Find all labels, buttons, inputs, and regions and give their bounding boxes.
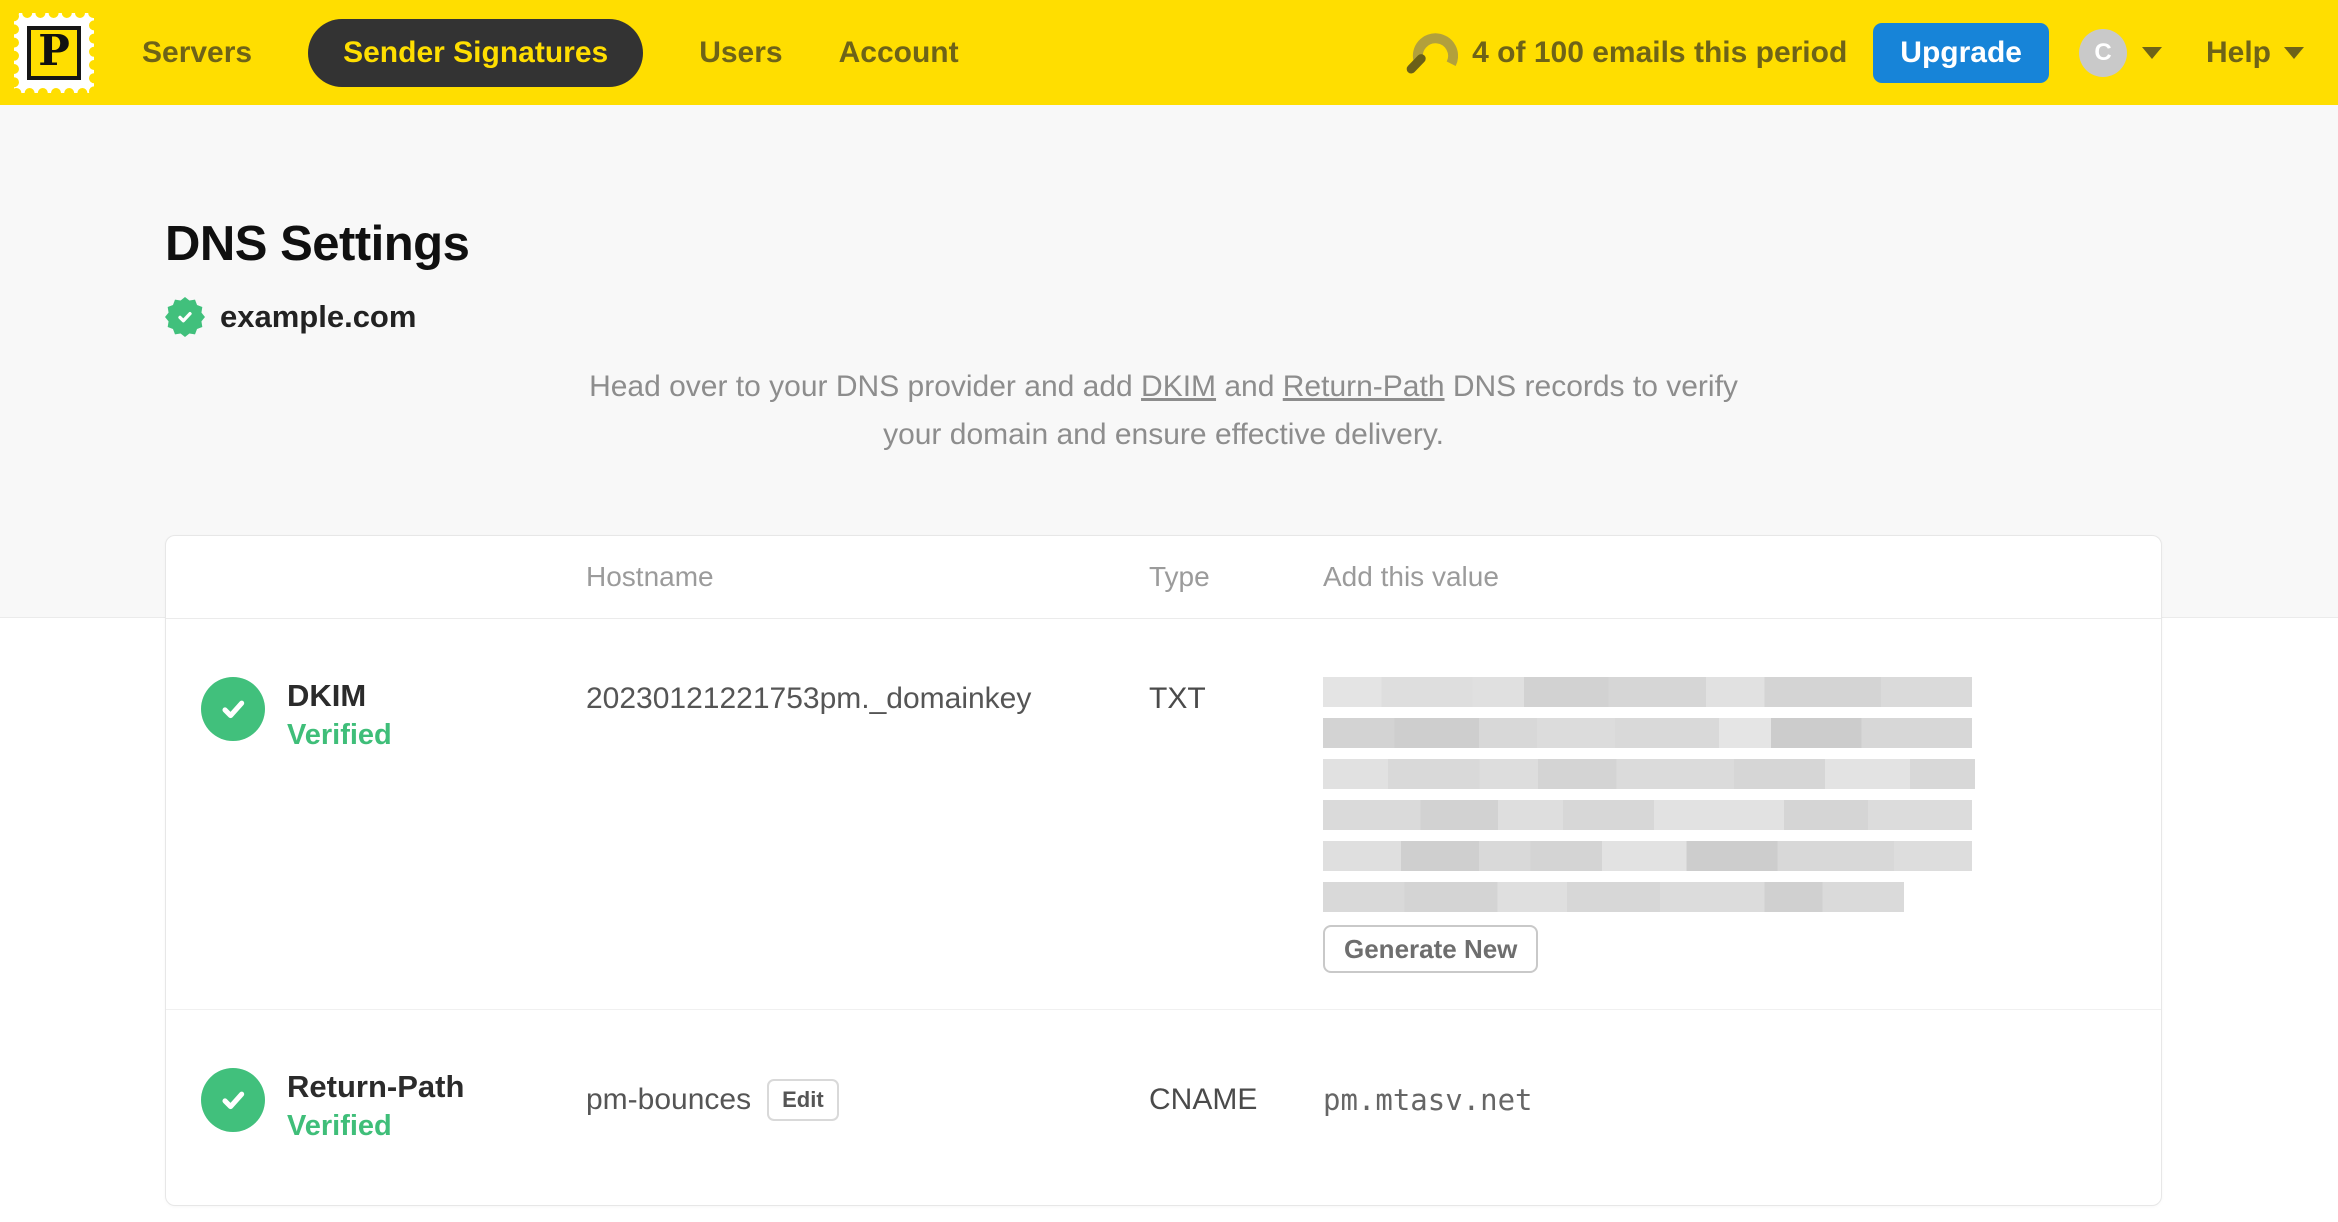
nav-item-account[interactable]: Account (839, 36, 959, 70)
nav-item-users[interactable]: Users (699, 36, 782, 70)
redacted-value-bar (1323, 677, 1972, 707)
column-header-type: Type (1149, 561, 1210, 592)
return-path-link[interactable]: Return-Path (1283, 370, 1445, 403)
check-circle-icon (201, 677, 265, 741)
dkim-link[interactable]: DKIM (1141, 370, 1216, 403)
column-header-value: Add this value (1323, 561, 1499, 592)
redacted-value-bar (1323, 800, 1972, 830)
dkim-hostname: 20230121221753pm._domainkey (586, 682, 1032, 715)
avatar[interactable]: C (2078, 28, 2127, 77)
status-badge: Verified (287, 1110, 392, 1142)
status-badge: Verified (287, 719, 392, 751)
table-row-return-path: Return-Path Verified pm-bounces Edit CNA… (166, 1010, 2161, 1205)
redacted-value-bar (1323, 882, 1904, 912)
redacted-value-bar (1323, 718, 1972, 748)
page-description: Head over to your DNS provider and add D… (165, 363, 2162, 459)
dns-records-card: Hostname Type Add this value DKIM Verifi… (165, 535, 2162, 1206)
table-row-dkim: DKIM Verified 20230121221753pm._domainke… (166, 619, 2161, 1010)
redacted-value-bar (1323, 841, 1972, 871)
stamp-perforation (14, 12, 94, 93)
record-name: Return-Path (287, 1069, 465, 1104)
return-path-hostname: pm-bounces (586, 1083, 752, 1116)
usage-counter: 4 of 100 emails this period (1472, 35, 1848, 69)
dkim-record-type: TXT (1149, 682, 1206, 715)
return-path-status-cell: Return-Path Verified (201, 1068, 586, 1143)
help-label: Help (2205, 35, 2271, 69)
chevron-down-icon (2284, 46, 2304, 59)
nav-item-sender-signatures[interactable]: Sender Signatures (308, 18, 644, 87)
check-circle-icon (201, 1068, 265, 1132)
navbar-right: 4 of 100 emails this period Upgrade C He… (1406, 22, 2304, 83)
description-text: Head over to your DNS provider and add (589, 370, 1142, 403)
verified-seal-icon (165, 297, 205, 337)
column-header-hostname: Hostname (586, 561, 714, 592)
redacted-value-bar (1323, 759, 1975, 789)
postmark-logo[interactable]: P (14, 12, 94, 93)
return-path-record-type: CNAME (1149, 1083, 1258, 1116)
domain-row: example.com (165, 297, 2162, 337)
return-path-value: pm.mtasv.net (1323, 1083, 1533, 1117)
top-navbar: P Servers Sender Signatures Users Accoun… (0, 0, 2338, 105)
gauge-icon (1406, 32, 1459, 73)
edit-button[interactable]: Edit (767, 1078, 839, 1122)
record-name: DKIM (287, 678, 367, 713)
domain-name: example.com (220, 299, 417, 334)
dkim-status-cell: DKIM Verified (201, 677, 586, 973)
redacted-dns-value (1323, 677, 2126, 912)
account-menu[interactable]: C (2078, 28, 2162, 77)
table-header-row: Hostname Type Add this value (166, 536, 2161, 619)
generate-new-button[interactable]: Generate New (1323, 925, 1539, 973)
upgrade-button[interactable]: Upgrade (1873, 22, 2049, 83)
help-menu[interactable]: Help (2206, 36, 2304, 70)
page-title: DNS Settings (165, 217, 470, 271)
main-content: DNS Settings example.com Head over to yo… (165, 105, 2162, 1206)
chevron-down-icon (2141, 46, 2162, 59)
main-nav: Servers Sender Signatures Users Account (142, 18, 959, 87)
description-text: and (1216, 370, 1283, 403)
nav-item-servers[interactable]: Servers (142, 36, 252, 70)
